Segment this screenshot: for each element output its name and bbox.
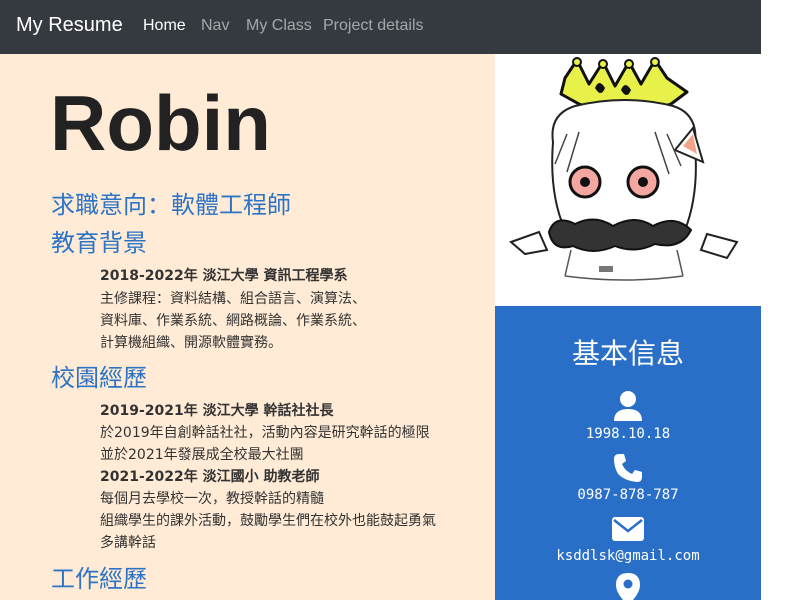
map-pin-icon <box>495 572 761 610</box>
user-icon <box>495 390 761 426</box>
cartoon-character-icon <box>509 57 739 281</box>
basic-info-heading: 基本信息 <box>571 337 684 370</box>
phone-icon <box>495 452 761 488</box>
phone-text: 0987-878-787 <box>577 487 679 503</box>
education-line: 主修課程：資料結構、組合語言、演算法、 <box>100 291 366 307</box>
profile-photo <box>495 54 761 306</box>
education-entry-heading: 2018-2022年 淡江大學 資訊工程學系 <box>100 268 348 284</box>
envelope-icon <box>495 516 761 546</box>
campus-entry-line: 並於2021年發展成全校最大社團 <box>100 447 304 463</box>
campus-entry-line: 於2019年自創幹話社社，活動內容是研究幹話的極限 <box>100 425 430 441</box>
email-text[interactable]: ksddlsk@gmail.com <box>495 548 761 564</box>
education-line: 資料庫、作業系統、網路概論、作業系統、 <box>100 313 366 329</box>
basic-info-panel: 基本信息 1998.10.18 0987-878-787 ksddlsk@gma… <box>495 306 761 605</box>
nav-my-class[interactable]: My Class <box>246 17 312 35</box>
top-navbar: My Resume Home Nav My Class Project deta… <box>0 0 761 54</box>
campus-entry-line: 每個月去學校一次，教授幹話的精髓 <box>100 491 324 507</box>
campus-entry-heading: 2019-2021年 淡江大學 幹話社社長 <box>100 403 334 419</box>
education-line: 計算機組織、開源軟體實務。 <box>100 335 282 351</box>
nav-project-details[interactable]: Project details <box>323 17 424 35</box>
campus-heading: 校園經歷 <box>51 364 147 392</box>
education-heading: 教育背景 <box>51 229 147 257</box>
brand-link[interactable]: My Resume <box>16 14 123 37</box>
birthday-text: 1998.10.18 <box>585 426 671 442</box>
objective-heading: 求職意向：軟體工程師 <box>51 191 291 219</box>
nav-home[interactable]: Home <box>143 17 186 35</box>
campus-entry-heading: 2021-2022年 淡江國小 助教老師 <box>100 469 320 485</box>
work-heading: 工作經歷 <box>51 565 147 593</box>
resume-name: Robin <box>50 79 271 167</box>
campus-entry-line: 組織學生的課外活動，鼓勵學生們在校外也能鼓起勇氣 <box>100 513 436 529</box>
campus-entry-line: 多講幹話 <box>100 535 156 551</box>
nav-nav[interactable]: Nav <box>201 17 229 35</box>
